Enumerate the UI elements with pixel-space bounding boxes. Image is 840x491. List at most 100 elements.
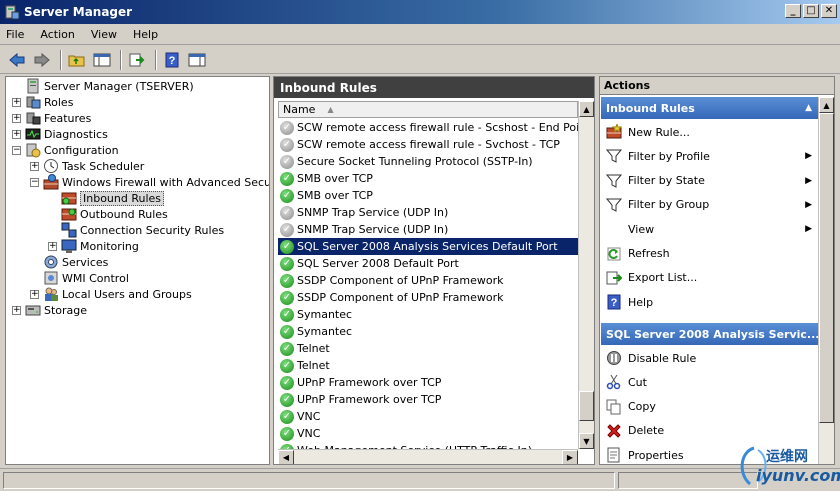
tree-item-label: Server Manager (TSERVER) [44, 79, 194, 93]
rule-row[interactable]: ✓ VNC [278, 408, 578, 425]
rule-row[interactable]: ✓ SNMP Trap Service (UDP In) [278, 221, 578, 238]
expand-icon[interactable]: + [48, 241, 57, 251]
actions-title: Actions [600, 77, 834, 95]
action-refresh[interactable]: Refresh [601, 242, 818, 266]
rules-vertical-scrollbar[interactable]: ▲ ▼ [578, 101, 594, 449]
scroll-up-button[interactable]: ▲ [819, 97, 834, 113]
section-title: SQL Server 2008 Analysis Servic... [606, 327, 818, 341]
tree-item[interactable]: + Monitoring [48, 238, 139, 254]
rule-disabled-icon: ✓ [280, 137, 294, 152]
rule-row[interactable]: ✓ Telnet [278, 340, 578, 357]
forward-button[interactable] [31, 49, 53, 71]
rule-row[interactable]: ✓ SQL Server 2008 Default Port [278, 255, 578, 272]
expand-icon[interactable]: + [12, 129, 21, 139]
close-button[interactable]: ✕ [821, 4, 837, 18]
action-view[interactable]: View ▶ [601, 217, 818, 241]
menu-help[interactable]: Help [133, 28, 158, 41]
minimize-button[interactable]: _ [785, 4, 801, 18]
tree-item[interactable]: + Task Scheduler [30, 158, 144, 174]
action-help[interactable]: ? Help [601, 290, 818, 314]
expand-icon[interactable]: + [12, 305, 21, 315]
submenu-arrow-icon: ▶ [805, 151, 812, 162]
action-disable-rule[interactable]: Disable Rule [601, 346, 818, 370]
tree-item[interactable]: − Configuration [12, 142, 119, 158]
toolbar-separator [60, 49, 62, 70]
rule-row[interactable]: ✓ SSDP Component of UPnP Framework [278, 289, 578, 306]
rules-horizontal-scrollbar[interactable]: ◀ ▶ [278, 449, 578, 464]
tree-item[interactable]: Server Manager (TSERVER) [12, 78, 194, 94]
selected-rule-actions-header[interactable]: SQL Server 2008 Analysis Servic... ▲ [601, 323, 818, 345]
actions-vertical-scrollbar[interactable]: ▲ [818, 97, 834, 464]
scroll-thumb[interactable] [819, 113, 834, 423]
expand-icon[interactable]: + [12, 113, 21, 123]
tree-item[interactable]: Connection Security Rules [48, 222, 224, 238]
menu-file[interactable]: File [6, 28, 24, 41]
tree-item[interactable]: + Roles [12, 94, 73, 110]
up-level-button[interactable] [66, 49, 88, 71]
action-cut[interactable]: Cut [601, 370, 818, 394]
tree-item[interactable]: + Storage [12, 302, 87, 318]
menu-action[interactable]: Action [40, 28, 74, 41]
rule-row[interactable]: ✓ VNC [278, 425, 578, 442]
collapse-icon[interactable]: − [12, 145, 21, 155]
rule-row[interactable]: ✓ SMB over TCP [278, 170, 578, 187]
show-hide-tree-button[interactable] [91, 49, 113, 71]
back-button[interactable] [6, 49, 28, 71]
scroll-right-button[interactable]: ▶ [562, 450, 578, 464]
clock-icon [43, 158, 59, 174]
filter-icon [606, 173, 622, 189]
rule-row[interactable]: ✓ Secure Socket Tunneling Protocol (SSTP-… [278, 153, 578, 170]
maximize-button[interactable]: □ [803, 4, 819, 18]
rule-row[interactable]: ✓ Telnet [278, 357, 578, 374]
toolbar: ? [0, 46, 840, 74]
action-export-list[interactable]: Export List... [601, 266, 818, 290]
export-list-button[interactable] [126, 49, 148, 71]
rule-name: SMB over TCP [297, 172, 373, 185]
action-new-rule[interactable]: New Rule... [601, 120, 818, 144]
tree-item-label: Configuration [44, 143, 119, 157]
scroll-up-button[interactable]: ▲ [579, 101, 594, 117]
tree-item[interactable]: + Features [12, 110, 91, 126]
tree-item-label: Local Users and Groups [62, 287, 192, 301]
expand-icon[interactable]: + [12, 97, 21, 107]
expand-icon[interactable]: + [30, 161, 39, 171]
status-cell-main [3, 472, 615, 489]
rule-row[interactable]: ✓ SNMP Trap Service (UDP In) [278, 204, 578, 221]
rule-name: SQL Server 2008 Default Port [297, 257, 459, 270]
rule-row[interactable]: ✓ UPnP Framework over TCP [278, 391, 578, 408]
rule-row[interactable]: ✓ SCW remote access firewall rule - Scsho… [278, 119, 578, 136]
tree-item[interactable]: + Local Users and Groups [30, 286, 192, 302]
scroll-down-button[interactable]: ▼ [579, 433, 594, 449]
rule-enabled-icon: ✓ [280, 375, 294, 390]
rule-enabled-icon: ✓ [280, 171, 294, 186]
show-hide-action-pane-button[interactable] [186, 49, 208, 71]
rule-row[interactable]: ✓ UPnP Framework over TCP [278, 374, 578, 391]
actions-pane: Actions Inbound Rules ▲ New Rule... Filte… [599, 76, 835, 465]
name-column-header[interactable]: Name ▲ [278, 101, 578, 118]
rule-row[interactable]: ✓ Symantec [278, 323, 578, 340]
action-filter-by-state[interactable]: Filter by State ▶ [601, 169, 818, 193]
inbound-rules-actions-header[interactable]: Inbound Rules ▲ [601, 97, 818, 119]
tree-item[interactable]: + Diagnostics [12, 126, 108, 142]
help-button[interactable]: ? [161, 49, 183, 71]
action-filter-by-group[interactable]: Filter by Group ▶ [601, 193, 818, 217]
tree-item[interactable]: Services [30, 254, 108, 270]
action-filter-by-profile[interactable]: Filter by Profile ▶ [601, 144, 818, 168]
cut-icon [606, 374, 622, 390]
scroll-left-button[interactable]: ◀ [278, 450, 294, 464]
scroll-thumb[interactable] [579, 391, 594, 421]
rule-row[interactable]: ✓ SSDP Component of UPnP Framework [278, 272, 578, 289]
tree-item[interactable]: Inbound Rules [48, 190, 165, 206]
tree-item[interactable]: WMI Control [30, 270, 129, 286]
rule-row[interactable]: ✓ SCW remote access firewall rule - Svcho… [278, 136, 578, 153]
rule-row[interactable]: ✓ Symantec [278, 306, 578, 323]
action-label: Properties [628, 448, 684, 462]
tree-item[interactable]: Outbound Rules [48, 206, 168, 222]
tree-item[interactable]: − Windows Firewall with Advanced Security [30, 174, 269, 190]
expand-icon[interactable]: + [30, 289, 39, 299]
menu-view[interactable]: View [91, 28, 117, 41]
rule-row[interactable]: ✓ SQL Server 2008 Analysis Services Defau… [278, 238, 578, 255]
rule-row[interactable]: ✓ SMB over TCP [278, 187, 578, 204]
collapse-icon[interactable]: − [30, 177, 39, 187]
action-copy[interactable]: Copy [601, 395, 818, 419]
